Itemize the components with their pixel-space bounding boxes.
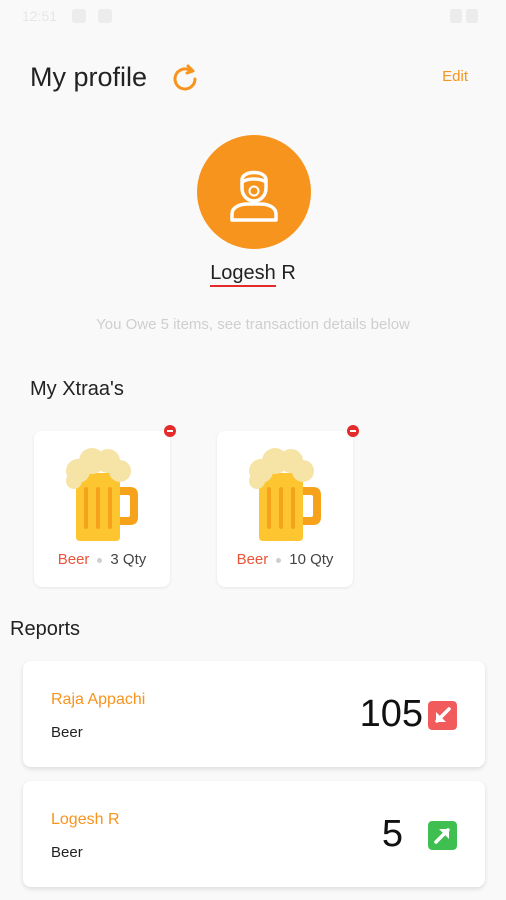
report-card[interactable]: Logesh R Beer 5: [23, 781, 485, 887]
user-name: Logesh R: [0, 262, 506, 287]
remove-icon[interactable]: [347, 425, 359, 437]
arrow-up-right-icon: [428, 821, 457, 850]
edit-button[interactable]: Edit: [442, 68, 468, 85]
status-bar: 12:51: [0, 0, 506, 34]
report-value: 5: [381, 813, 403, 855]
xtra-card[interactable]: Beer 10 Qty: [217, 425, 359, 587]
status-time: 12:51: [22, 8, 58, 24]
xtra-item-line: Beer 3 Qty: [34, 551, 170, 568]
owe-summary: You Owe 5 items, see transaction details…: [96, 316, 410, 333]
refresh-icon[interactable]: [168, 62, 202, 96]
user-icon: [230, 170, 278, 222]
xtraas-title: My Xtraa's: [30, 378, 124, 400]
separator-dot: [276, 557, 282, 563]
xtra-item-line: Beer 10 Qty: [217, 551, 353, 568]
xtra-item-name: Beer: [57, 551, 90, 568]
remove-icon[interactable]: [164, 425, 176, 437]
status-icons: [446, 9, 486, 23]
xtra-item-qty: 10 Qty: [289, 551, 334, 568]
notification-icon: [98, 9, 112, 23]
xtra-item-name: Beer: [236, 551, 269, 568]
header: My profile Edit: [30, 60, 476, 100]
notification-icon: [72, 9, 86, 23]
report-person-name: Raja Appachi: [51, 691, 146, 708]
avatar[interactable]: [197, 135, 311, 249]
report-item-name: Beer: [51, 844, 83, 861]
xtra-card[interactable]: Beer 3 Qty: [34, 425, 176, 587]
report-item-name: Beer: [51, 724, 83, 741]
separator-dot: [97, 557, 103, 563]
report-person-name: Logesh R: [51, 811, 120, 828]
beer-mug-icon: [66, 448, 138, 541]
page-title: My profile: [30, 62, 148, 92]
beer-mug-icon: [249, 448, 321, 541]
arrow-down-left-icon: [428, 701, 457, 730]
report-value: 105: [359, 693, 423, 735]
report-card[interactable]: Raja Appachi Beer 105: [23, 661, 485, 767]
reports-title: Reports: [10, 618, 81, 640]
xtra-item-qty: 3 Qty: [110, 551, 147, 568]
